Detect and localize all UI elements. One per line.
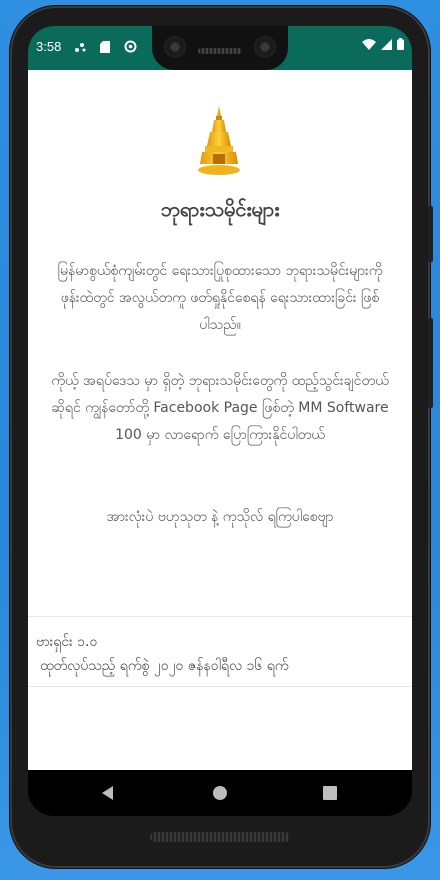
status-bar: 3:58 [28,26,412,70]
wifi-icon [362,38,376,50]
version-label: ဗားရှင်း ၁.၀ [36,634,98,650]
device-screen: 3:58 ဘုရားသမိုင်းများ မြန်မာစွယ်စုံကျမ်း… [28,26,412,816]
version-info: ဗားရှင်း ၁.၀ ထုတ်လုပ်သည့် ရက်စွဲ ၂၀၂၀ ဇန… [36,630,288,678]
bottom-speaker-grille [150,832,290,842]
app-description: မြန်မာစွယ်စုံကျမ်းတွင် ရေးသားပြုစုထားသော… [57,263,383,333]
status-right-icons [362,38,404,50]
home-circle-icon[interactable] [210,783,230,803]
release-date: ထုတ်လုပ်သည့် ရက်စွဲ ၂၀၂၀ ဇန်နဝါရီလ ၁၆ ရက… [40,658,289,674]
volume-button [428,318,433,408]
navigation-bar [28,770,412,816]
sd-card-icon [99,40,110,53]
front-camera-right [254,36,276,58]
blessing-text: အားလုံးပဲ ဗဟုသုတ နဲ့ ကုသိုလ် ရကြပါစေဗျာ [106,509,334,525]
status-left-icons [74,39,137,53]
battery-icon [397,38,404,50]
status-time: 3:58 [36,39,62,54]
about-page: ဘုရားသမိုင်းများ မြန်မာစွယ်စုံကျမ်းတွင် … [28,70,412,770]
back-triangle-icon[interactable] [98,783,118,803]
notification-dots-icon [75,42,86,52]
recents-square-icon[interactable] [320,783,340,803]
divider-top [28,616,412,617]
pagoda-icon [198,106,240,175]
front-camera-left [164,36,186,58]
contact-note: ကိုယ့် အရပ်ဒေသ မှာ ရှိတဲ့ ဘုရားသမိုင်းတွ… [51,373,389,443]
sync-icon [124,40,137,53]
earpiece-speaker [198,48,242,54]
divider-bottom [28,686,412,687]
power-button [428,206,433,262]
signal-icon [381,38,392,50]
camera-notch [152,26,288,70]
app-title: ဘုရားသမိုင်းများ [160,197,280,221]
